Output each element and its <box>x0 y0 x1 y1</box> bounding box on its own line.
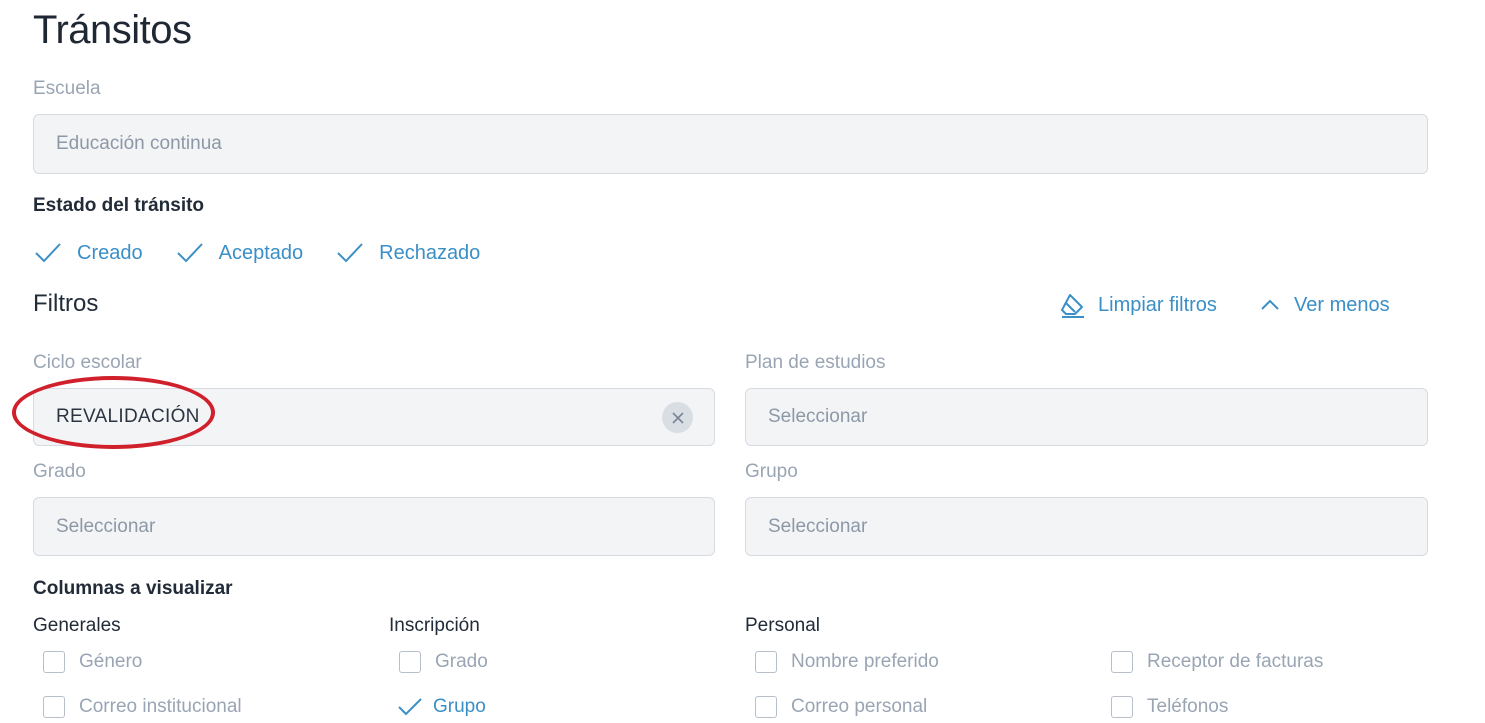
grado-placeholder: Seleccionar <box>56 515 156 537</box>
column-option-correo-personal[interactable]: Correo personal <box>745 692 927 722</box>
column-option-telefonos[interactable]: Teléfonos <box>1101 692 1228 722</box>
column-option-label: Correo institucional <box>79 696 242 717</box>
estado-label: Estado del tránsito <box>33 195 205 216</box>
column-option-correo-institucional[interactable]: Correo institucional <box>33 692 242 722</box>
columnas-group-generales: Generales <box>33 615 121 636</box>
column-option-label: Grado <box>435 651 488 672</box>
plan-select[interactable]: Seleccionar <box>745 388 1428 446</box>
checkbox[interactable] <box>399 651 421 673</box>
checkbox[interactable] <box>43 651 65 673</box>
ciclo-value: REVALIDACIÓN <box>56 406 200 427</box>
grupo-label: Grupo <box>745 461 798 482</box>
column-option-label: Grupo <box>433 696 486 717</box>
columnas-group-personal: Personal <box>745 615 820 636</box>
grupo-placeholder: Seleccionar <box>768 515 868 537</box>
column-option-receptor-facturas[interactable]: Receptor de facturas <box>1101 647 1323 677</box>
estado-option-label: Rechazado <box>379 241 481 264</box>
estado-option-aceptado[interactable]: Aceptado <box>175 238 304 268</box>
close-icon <box>671 411 684 424</box>
checkbox[interactable] <box>755 651 777 673</box>
column-option-nombre-preferido[interactable]: Nombre preferido <box>745 647 939 677</box>
column-option-label: Teléfonos <box>1147 696 1229 717</box>
estado-option-label: Creado <box>77 241 143 264</box>
estado-option-creado[interactable]: Creado <box>33 238 143 268</box>
clear-ciclo-button[interactable] <box>662 402 693 433</box>
check-icon <box>35 243 61 263</box>
filtros-heading: Filtros <box>33 290 99 317</box>
escuela-select[interactable]: Educación continua <box>33 114 1428 174</box>
clear-filters-button[interactable]: Limpiar filtros <box>1060 290 1217 320</box>
plan-placeholder: Seleccionar <box>768 406 868 427</box>
checkbox[interactable] <box>43 696 65 718</box>
grado-select[interactable]: Seleccionar <box>33 497 715 556</box>
column-option-label: Correo personal <box>791 696 928 717</box>
check-icon <box>176 243 203 263</box>
columnas-group-inscripcion: Inscripción <box>389 615 480 636</box>
column-option-genero[interactable]: Género <box>33 647 142 677</box>
escuela-value: Educación continua <box>56 133 222 154</box>
checkbox[interactable] <box>755 696 777 718</box>
toggle-filters-button[interactable]: Ver menos <box>1258 290 1390 320</box>
plan-label: Plan de estudios <box>745 352 886 373</box>
column-option-label: Receptor de facturas <box>1147 651 1324 672</box>
check-icon <box>337 243 363 263</box>
ciclo-select[interactable]: REVALIDACIÓN <box>33 388 715 446</box>
ciclo-label: Ciclo escolar <box>33 352 142 373</box>
columnas-label: Columnas a visualizar <box>33 578 233 599</box>
column-option-grupo[interactable]: Grupo <box>389 692 486 722</box>
grupo-select[interactable]: Seleccionar <box>745 497 1428 556</box>
estado-option-rechazado[interactable]: Rechazado <box>335 238 480 268</box>
checkbox[interactable] <box>1111 696 1133 718</box>
estado-option-label: Aceptado <box>218 241 304 264</box>
estado-options: Creado Aceptado Rechazado <box>33 238 480 268</box>
eraser-icon <box>1061 294 1084 318</box>
check-icon[interactable] <box>397 694 423 720</box>
toggle-filters-label: Ver menos <box>1294 293 1390 316</box>
page-title: Tránsitos <box>33 8 192 52</box>
column-option-grado[interactable]: Grado <box>389 647 488 677</box>
escuela-label: Escuela <box>33 78 101 99</box>
chevron-up-icon <box>1261 299 1279 310</box>
column-option-label: Nombre preferido <box>791 651 939 672</box>
checkbox[interactable] <box>1111 651 1133 673</box>
column-option-label: Género <box>79 651 143 672</box>
grado-label: Grado <box>33 461 86 482</box>
clear-filters-label: Limpiar filtros <box>1098 293 1217 316</box>
